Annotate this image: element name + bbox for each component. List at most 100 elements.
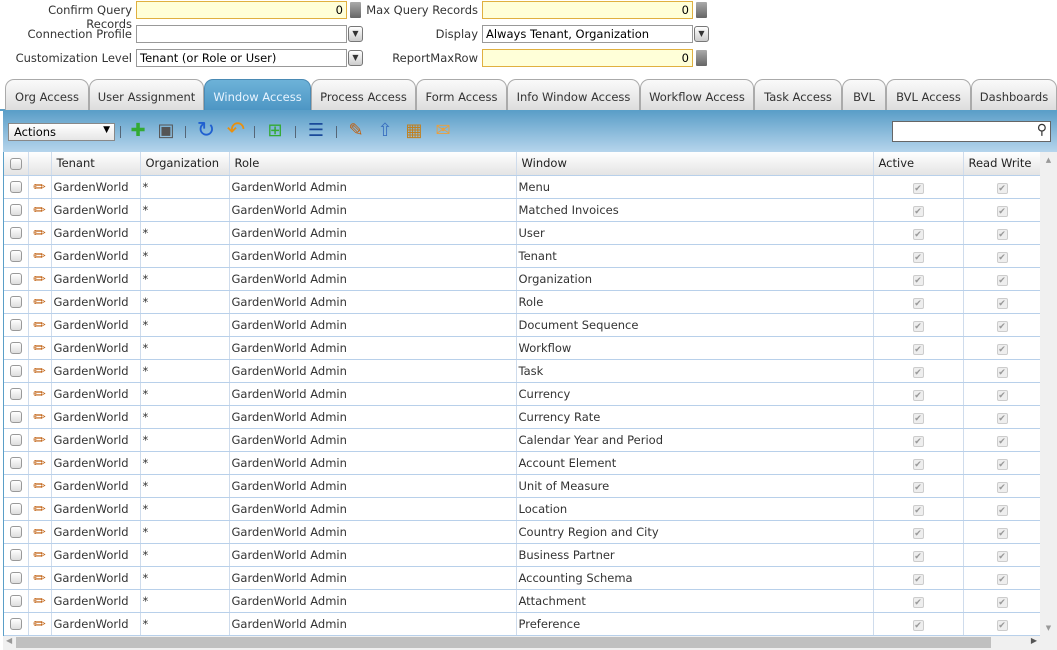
edit-row-button[interactable]: ✏ (28, 221, 52, 245)
cell-window[interactable]: Calendar Year and Period (516, 428, 874, 452)
column-header-window[interactable]: Window (516, 152, 874, 176)
cell-organization[interactable]: * (140, 336, 230, 360)
display-select[interactable]: Always Tenant, Organization (482, 25, 693, 43)
tab-window-access[interactable]: Window Access (204, 79, 311, 110)
cell-tenant[interactable]: GardenWorld (51, 543, 141, 567)
cell-role[interactable]: GardenWorld Admin (229, 405, 517, 429)
actions-dropdown[interactable]: Actions ▼ (8, 123, 115, 141)
scroll-right-icon[interactable]: ▶ (1031, 636, 1037, 645)
edit-icon[interactable]: ✎ (345, 120, 367, 142)
grid-toggle-icon[interactable]: ☰ (305, 120, 327, 142)
tab-dashboards[interactable]: Dashboards (971, 79, 1057, 110)
column-header-active[interactable]: Active (873, 152, 964, 176)
cell-tenant[interactable]: GardenWorld (51, 451, 141, 475)
cell-window[interactable]: Country Region and City (516, 520, 874, 544)
tab-bvl[interactable]: BVL (842, 79, 886, 110)
cell-window[interactable]: Organization (516, 267, 874, 291)
cell-tenant[interactable]: GardenWorld (51, 382, 141, 406)
cell-role[interactable]: GardenWorld Admin (229, 566, 517, 590)
cell-role[interactable]: GardenWorld Admin (229, 382, 517, 406)
cell-role[interactable]: GardenWorld Admin (229, 589, 517, 613)
cell-window[interactable]: Workflow (516, 336, 874, 360)
vertical-scrollbar[interactable]: ▲ ▼ (1040, 152, 1057, 636)
cell-role[interactable]: GardenWorld Admin (229, 198, 517, 222)
row-select-checkbox[interactable] (4, 244, 29, 268)
cell-tenant[interactable]: GardenWorld (51, 175, 141, 199)
cell-tenant[interactable]: GardenWorld (51, 474, 141, 498)
cell-role[interactable]: GardenWorld Admin (229, 497, 517, 521)
cell-organization[interactable]: * (140, 566, 230, 590)
cell-organization[interactable]: * (140, 313, 230, 337)
edit-row-button[interactable]: ✏ (28, 451, 52, 475)
cell-role[interactable]: GardenWorld Admin (229, 612, 517, 636)
cell-role[interactable]: GardenWorld Admin (229, 359, 517, 383)
table-row[interactable]: ✏ GardenWorld * GardenWorld Admin Menu ✔ ✔ (4, 175, 1040, 199)
scroll-down-icon[interactable]: ▼ (1040, 624, 1057, 632)
row-select-checkbox[interactable] (4, 336, 29, 360)
cell-tenant[interactable]: GardenWorld (51, 290, 141, 314)
table-row[interactable]: ✏ GardenWorld * GardenWorld Admin Accounting… (4, 566, 1040, 590)
scrollbar-thumb[interactable] (16, 637, 991, 648)
cell-window[interactable]: Menu (516, 175, 874, 199)
new-row-icon[interactable]: ⊞ (264, 120, 286, 142)
table-row[interactable]: ✏ GardenWorld * GardenWorld Admin Tenant ✔ ✔ (4, 244, 1040, 268)
cell-tenant[interactable]: GardenWorld (51, 359, 141, 383)
table-row[interactable]: ✏ GardenWorld * GardenWorld Admin Calendar Y… (4, 428, 1040, 452)
cell-tenant[interactable]: GardenWorld (51, 497, 141, 521)
row-select-checkbox[interactable] (4, 267, 29, 291)
edit-row-button[interactable]: ✏ (28, 244, 52, 268)
edit-row-button[interactable]: ✏ (28, 612, 52, 636)
cell-organization[interactable]: * (140, 267, 230, 291)
scroll-left-icon[interactable]: ◀ (6, 636, 12, 645)
column-header-read-write[interactable]: Read Write (963, 152, 1040, 176)
row-select-checkbox[interactable] (4, 405, 29, 429)
tab-info-window-access[interactable]: Info Window Access (507, 79, 640, 110)
edit-row-button[interactable]: ✏ (28, 336, 52, 360)
cell-organization[interactable]: * (140, 451, 230, 475)
row-select-checkbox[interactable] (4, 290, 29, 314)
cell-tenant[interactable]: GardenWorld (51, 267, 141, 291)
cell-tenant[interactable]: GardenWorld (51, 520, 141, 544)
scroll-up-icon[interactable]: ▲ (1040, 156, 1057, 164)
row-select-checkbox[interactable] (4, 497, 29, 521)
save-icon[interactable]: ▣ (155, 120, 177, 142)
cell-role[interactable]: GardenWorld Admin (229, 244, 517, 268)
cell-organization[interactable]: * (140, 543, 230, 567)
edit-row-button[interactable]: ✏ (28, 428, 52, 452)
column-header-tenant[interactable]: Tenant (51, 152, 141, 176)
cell-window[interactable]: Document Sequence (516, 313, 874, 337)
report-max-row-input[interactable]: 0 (482, 49, 693, 67)
row-select-checkbox[interactable] (4, 520, 29, 544)
edit-row-button[interactable]: ✏ (28, 543, 52, 567)
tab-process-access[interactable]: Process Access (311, 79, 416, 110)
edit-row-button[interactable]: ✏ (28, 405, 52, 429)
cell-role[interactable]: GardenWorld Admin (229, 175, 517, 199)
cell-role[interactable]: GardenWorld Admin (229, 474, 517, 498)
table-row[interactable]: ✏ GardenWorld * GardenWorld Admin Currency ✔ ✔ (4, 382, 1040, 406)
undo-icon[interactable]: ↶ (225, 120, 247, 142)
calculator-icon[interactable] (696, 2, 707, 18)
tab-form-access[interactable]: Form Access (416, 79, 507, 110)
cell-tenant[interactable]: GardenWorld (51, 313, 141, 337)
edit-row-button[interactable]: ✏ (28, 175, 52, 199)
cell-window[interactable]: User (516, 221, 874, 245)
table-row[interactable]: ✏ GardenWorld * GardenWorld Admin Country Re… (4, 520, 1040, 544)
tab-workflow-access[interactable]: Workflow Access (640, 79, 754, 110)
cell-role[interactable]: GardenWorld Admin (229, 520, 517, 544)
cell-tenant[interactable]: GardenWorld (51, 336, 141, 360)
cell-role[interactable]: GardenWorld Admin (229, 313, 517, 337)
cell-window[interactable]: Role (516, 290, 874, 314)
table-row[interactable]: ✏ GardenWorld * GardenWorld Admin Location ✔ ✔ (4, 497, 1040, 521)
report-icon[interactable]: ▦ (403, 120, 425, 142)
cell-window[interactable]: Attachment (516, 589, 874, 613)
table-row[interactable]: ✏ GardenWorld * GardenWorld Admin User ✔ ✔ (4, 221, 1040, 245)
search-input[interactable]: ⚲ (892, 121, 1051, 142)
cell-organization[interactable]: * (140, 497, 230, 521)
row-select-checkbox[interactable] (4, 221, 29, 245)
table-row[interactable]: ✏ GardenWorld * GardenWorld Admin Preference… (4, 612, 1040, 636)
row-select-checkbox[interactable] (4, 382, 29, 406)
cell-role[interactable]: GardenWorld Admin (229, 336, 517, 360)
cell-organization[interactable]: * (140, 175, 230, 199)
cell-role[interactable]: GardenWorld Admin (229, 543, 517, 567)
row-select-checkbox[interactable] (4, 589, 29, 613)
